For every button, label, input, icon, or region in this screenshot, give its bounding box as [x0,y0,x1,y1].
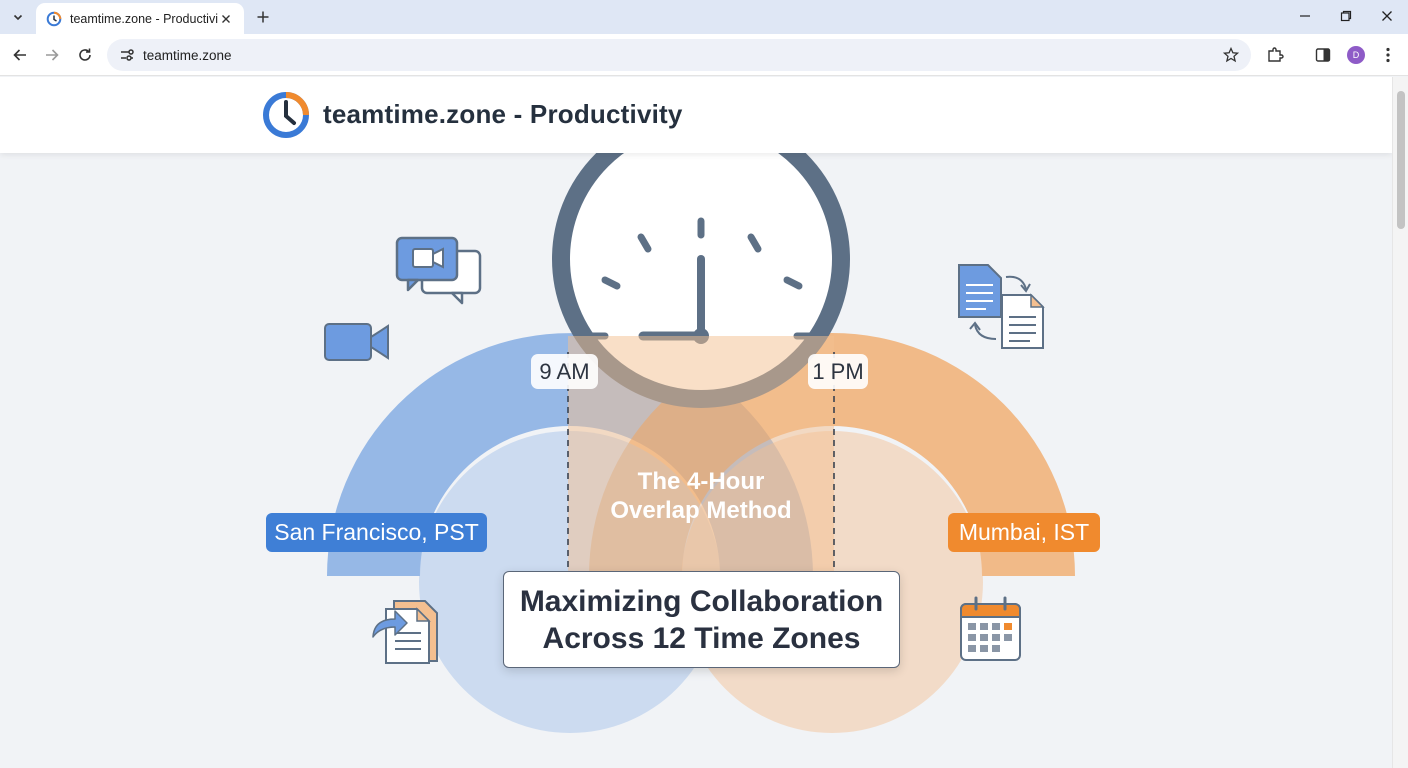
method-title-line1: The 4-Hour [637,468,765,495]
more-icon [1386,47,1390,63]
url-text: teamtime.zone [143,47,232,63]
profile-avatar[interactable]: D [1347,46,1365,64]
video-chat-icon [395,236,482,305]
extensions-button[interactable] [1264,44,1286,66]
page-scrollbar[interactable] [1392,77,1408,768]
pst-city-label: San Francisco, PST [266,513,487,552]
close-icon [1382,11,1392,21]
address-bar[interactable]: teamtime.zone [107,39,1251,71]
close-window-button[interactable] [1367,0,1407,32]
method-title: The 4-Hour Overlap Method [560,467,842,525]
headline-line2: Across 12 Time Zones [542,621,861,655]
new-tab-button[interactable] [252,6,274,28]
back-button[interactable] [8,43,32,67]
scrollbar-thumb[interactable] [1397,91,1405,229]
end-time-label: 1 PM [808,354,868,389]
star-icon [1223,47,1239,63]
close-tab-button[interactable] [218,11,234,27]
minimize-button[interactable] [1285,0,1325,32]
close-icon [222,14,230,23]
extensions-icon [1268,47,1284,62]
ist-city-label: Mumbai, IST [948,513,1100,552]
clock-icon [46,11,62,27]
calendar-icon [960,596,1021,661]
bookmark-button[interactable] [1221,45,1241,65]
browser-menu-button[interactable] [1377,44,1399,66]
forward-button[interactable] [40,43,64,67]
document-sync-icon [958,264,1045,349]
back-icon [13,49,26,61]
site-settings-icon[interactable] [117,45,137,65]
start-time-label: 9 AM [531,354,598,389]
browser-toolbar: teamtime.zone D [0,34,1408,76]
forward-icon [46,49,59,61]
reload-icon [79,48,91,61]
page-content: teamtime.zone - Productivity 9 AM 1 PM S… [0,77,1392,768]
headline-card: Maximizing Collaboration Across 12 Time … [503,571,900,668]
plus-icon [257,11,269,23]
side-panel-button[interactable] [1312,44,1334,66]
restore-icon [1340,10,1352,22]
video-camera-icon [324,323,389,361]
tab-title: teamtime.zone - Productivity [70,11,218,26]
minimize-icon [1300,15,1310,17]
sidepanel-icon [1315,48,1331,62]
headline-line1: Maximizing Collaboration [519,584,884,618]
browser-tab[interactable]: teamtime.zone - Productivity [36,3,244,34]
method-title-line2: Overlap Method [610,497,792,524]
tab-search-button[interactable] [6,5,30,29]
browser-tab-strip: teamtime.zone - Productivity [0,0,1408,34]
site-title: teamtime.zone - Productivity [323,99,683,129]
site-header: teamtime.zone - Productivity [0,77,1392,153]
chevron-down-icon [13,14,23,21]
logo-clock-icon[interactable] [261,90,311,140]
restore-button[interactable] [1326,0,1366,32]
shared-document-icon [372,600,438,664]
reload-button[interactable] [73,43,97,67]
